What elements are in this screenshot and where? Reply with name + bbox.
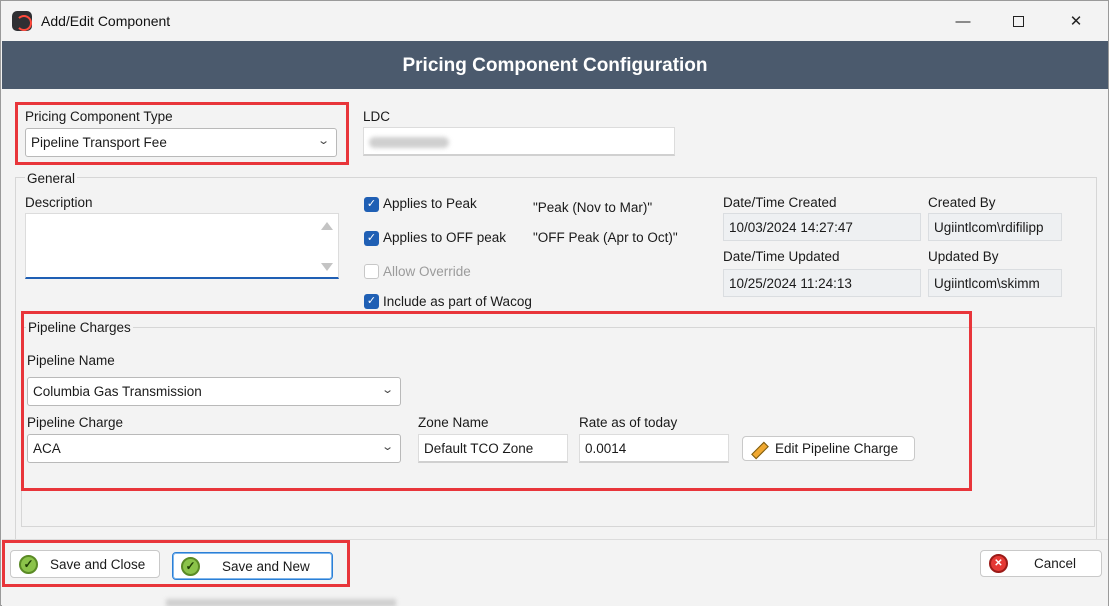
include-wacog-checkbox[interactable]: ✓ xyxy=(364,294,379,309)
minimize-icon: — xyxy=(955,12,971,30)
created-field: 10/03/2024 14:27:47 xyxy=(723,213,921,241)
cancel-x-icon: ✕ xyxy=(989,554,1008,573)
created-by-label: Created By xyxy=(928,195,996,210)
close-button[interactable]: ✕ xyxy=(1049,1,1103,41)
maximize-icon xyxy=(1012,15,1024,27)
description-field[interactable] xyxy=(25,213,339,279)
scroll-up-icon[interactable] xyxy=(321,222,333,230)
check-icon: ✓ xyxy=(366,232,377,244)
created-label: Date/Time Created xyxy=(723,195,837,210)
footer-bar: ✓ Save and Close ✓ Save and New ✕ Cancel xyxy=(2,539,1108,606)
close-icon: ✕ xyxy=(1069,13,1083,30)
peak-note: "Peak (Nov to Mar)" xyxy=(533,200,653,215)
applies-peak-checkbox[interactable]: ✓ xyxy=(364,197,379,212)
page-title: Pricing Component Configuration xyxy=(402,55,708,76)
add-edit-component-window: Add/Edit Component — ✕ Pricing Component… xyxy=(0,0,1109,606)
allow-override-label: Allow Override xyxy=(383,264,471,279)
scroll-down-icon[interactable] xyxy=(321,263,333,271)
cancel-button[interactable]: ✕ Cancel xyxy=(980,550,1102,577)
background-window-text xyxy=(166,599,396,606)
maximize-button[interactable] xyxy=(991,1,1045,41)
title-bar: Add/Edit Component — ✕ xyxy=(1,1,1108,41)
allow-override-checkbox xyxy=(364,264,379,279)
created-by-field: Ugiintlcom\rdifilipp xyxy=(928,213,1062,241)
minimize-button[interactable]: — xyxy=(936,1,990,41)
app-logo-icon xyxy=(12,11,32,31)
highlight-save-buttons xyxy=(2,540,350,587)
cancel-label: Cancel xyxy=(1034,556,1077,571)
applies-off-peak-checkbox[interactable]: ✓ xyxy=(364,231,379,246)
general-group-label: General xyxy=(25,171,78,186)
ldc-redacted-value xyxy=(369,137,449,148)
ldc-label: LDC xyxy=(363,109,391,124)
page-title-banner: Pricing Component Configuration xyxy=(2,41,1108,89)
content-area: Pricing Component Type Pipeline Transpor… xyxy=(2,89,1108,606)
window-title: Add/Edit Component xyxy=(41,13,171,29)
highlight-pipeline-charges xyxy=(21,311,972,491)
description-label: Description xyxy=(25,195,93,210)
highlight-component-type xyxy=(15,102,349,165)
updated-field: 10/25/2024 11:24:13 xyxy=(723,269,921,297)
ldc-field[interactable] xyxy=(363,127,675,156)
off-peak-note: "OFF Peak (Apr to Oct)" xyxy=(533,230,678,245)
check-icon: ✓ xyxy=(366,198,377,210)
applies-peak-label: Applies to Peak xyxy=(383,196,477,211)
check-icon: ✓ xyxy=(366,295,377,307)
updated-by-label: Updated By xyxy=(928,249,999,264)
updated-label: Date/Time Updated xyxy=(723,249,840,264)
updated-by-field: Ugiintlcom\skimm xyxy=(928,269,1062,297)
applies-off-peak-label: Applies to OFF peak xyxy=(383,230,507,245)
include-wacog-label: Include as part of Wacog xyxy=(383,294,532,309)
